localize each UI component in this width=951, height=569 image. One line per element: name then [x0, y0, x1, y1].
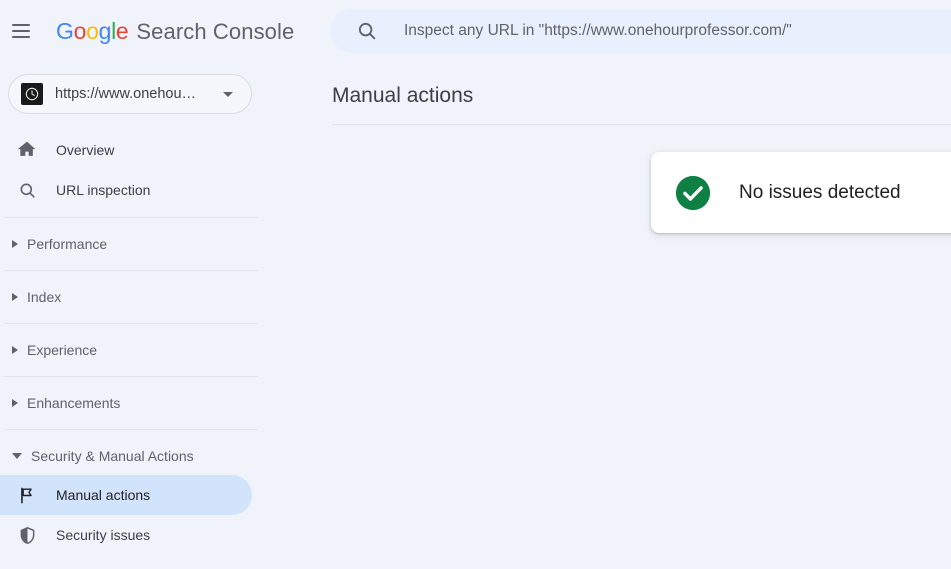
hamburger-line [12, 30, 30, 32]
product-name: Search Console [136, 18, 295, 44]
site-favicon-clock-icon [21, 83, 43, 105]
sidebar-item-security-issues[interactable]: Security issues [0, 515, 252, 555]
shield-icon [16, 524, 38, 546]
sidebar-divider [4, 429, 258, 430]
status-message: No issues detected [739, 181, 901, 203]
sidebar-group-label: Performance [27, 236, 108, 252]
sidebar-item-label: Overview [56, 142, 115, 158]
home-icon [16, 139, 38, 161]
page-title: Manual actions [332, 84, 474, 107]
triangle-down-icon [12, 453, 22, 459]
sidebar-item-label: Security issues [56, 527, 151, 543]
sidebar-divider [4, 376, 258, 377]
sidebar-nav: Overview URL inspection Performance Inde… [0, 130, 266, 555]
search-input[interactable] [404, 22, 944, 40]
hamburger-line [12, 24, 30, 26]
property-selector[interactable]: https://www.onehou… [8, 74, 252, 114]
sidebar-divider [4, 270, 258, 271]
manual-actions-status-card: No issues detected [651, 152, 951, 233]
sidebar-item-label: Manual actions [56, 487, 151, 503]
sidebar-group-label: Experience [27, 342, 98, 358]
sidebar-group-security-manual-actions[interactable]: Security & Manual Actions [0, 437, 266, 475]
sidebar-group-enhancements[interactable]: Enhancements [0, 384, 266, 422]
brand-logo[interactable]: Google Search Console [56, 18, 294, 45]
sidebar-group-label: Enhancements [27, 395, 121, 411]
google-wordmark: Google [56, 17, 129, 44]
sidebar-group-performance[interactable]: Performance [0, 225, 266, 263]
flag-icon [16, 484, 38, 506]
sidebar: https://www.onehou… Overview URL inspect… [0, 62, 266, 569]
search-icon [358, 22, 376, 40]
triangle-right-icon [12, 399, 18, 407]
url-inspection-search-bar[interactable] [330, 9, 951, 53]
sidebar-divider [4, 323, 258, 324]
title-divider [332, 124, 951, 125]
sidebar-item-label: URL inspection [56, 182, 151, 198]
triangle-right-icon [12, 293, 18, 301]
main-content: Manual actions No issues detected [266, 62, 951, 569]
hamburger-line [12, 36, 30, 38]
sidebar-group-label: Index [27, 289, 62, 305]
sidebar-group-experience[interactable]: Experience [0, 331, 266, 369]
search-icon [16, 179, 38, 201]
sidebar-divider [4, 217, 258, 218]
triangle-right-icon [12, 346, 18, 354]
sidebar-group-label: Security & Manual Actions [31, 448, 194, 464]
property-label: https://www.onehou… [55, 86, 197, 102]
search-console-app: Google Search Console https://www.onehou… [0, 0, 951, 569]
top-bar: Google Search Console [0, 0, 951, 62]
chevron-down-icon [223, 91, 233, 97]
sidebar-item-manual-actions[interactable]: Manual actions [0, 475, 252, 515]
green-check-circle-icon [675, 175, 711, 210]
sidebar-item-url-inspection[interactable]: URL inspection [0, 170, 252, 210]
sidebar-group-index[interactable]: Index [0, 278, 266, 316]
sidebar-item-overview[interactable]: Overview [0, 130, 252, 170]
hamburger-menu-icon[interactable] [12, 19, 36, 43]
triangle-right-icon [12, 240, 18, 248]
